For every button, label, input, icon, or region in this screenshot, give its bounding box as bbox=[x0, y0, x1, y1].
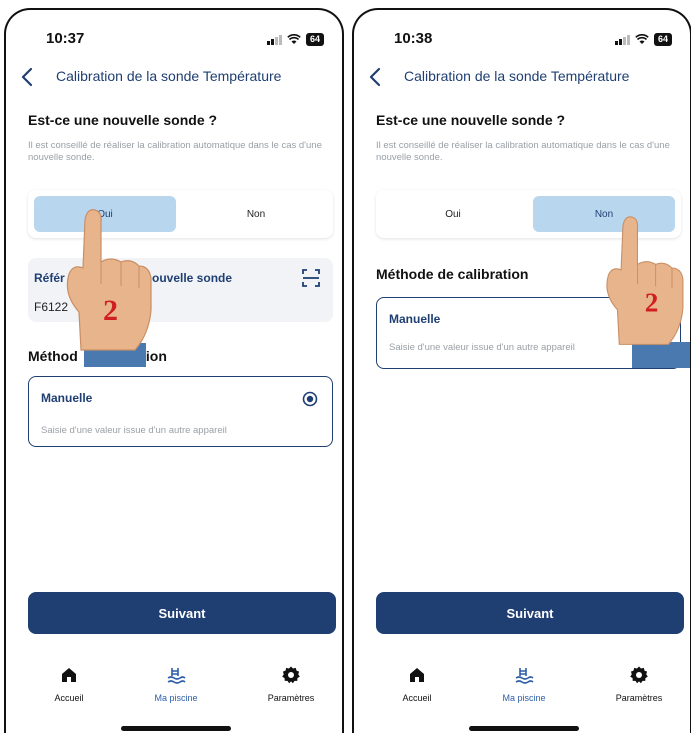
redaction-box bbox=[632, 342, 690, 368]
redaction-box bbox=[84, 343, 146, 367]
tab-label: Paramètres bbox=[267, 693, 315, 703]
page-title: Calibration de la sonde Température bbox=[404, 68, 630, 84]
tab-label: Accueil bbox=[54, 693, 84, 703]
wifi-icon bbox=[635, 34, 649, 44]
status-time: 10:37 bbox=[46, 30, 85, 47]
status-bar: 10:38 64 bbox=[354, 30, 690, 50]
tab-label: Accueil bbox=[402, 693, 432, 703]
scan-icon[interactable] bbox=[301, 268, 321, 288]
method-option-manual[interactable]: Manuelle Saisie d'une valeur issue d'un … bbox=[28, 376, 333, 447]
method-title: Méthode de calibration bbox=[376, 266, 529, 282]
pool-icon bbox=[515, 668, 534, 684]
home-icon bbox=[62, 668, 76, 682]
new-probe-toggle: Oui Non bbox=[28, 190, 333, 238]
wifi-icon bbox=[287, 34, 301, 44]
nav-bar: Calibration de la sonde Température bbox=[354, 66, 690, 90]
status-time: 10:38 bbox=[394, 30, 433, 47]
status-icons: 64 bbox=[615, 33, 672, 46]
phone-screen-right: 10:38 64 Calibration de la sonde Tempéra… bbox=[352, 8, 691, 733]
chevron-left-icon[interactable] bbox=[18, 66, 38, 88]
phone-screen-left: 10:37 64 Calibration de la sonde Tempéra… bbox=[4, 8, 344, 733]
reference-value: F6122 bbox=[34, 300, 69, 314]
signal-icon bbox=[615, 34, 630, 45]
option-yes-button[interactable]: Oui bbox=[34, 196, 176, 232]
page-title: Calibration de la sonde Température bbox=[56, 68, 282, 84]
status-bar: 10:37 64 bbox=[6, 30, 342, 50]
tab-bar: Accueil Ma piscine Paramètres bbox=[6, 665, 342, 715]
battery-icon: 64 bbox=[305, 33, 324, 46]
battery-icon: 64 bbox=[653, 33, 672, 46]
question-title: Est-ce une nouvelle sonde ? bbox=[28, 112, 218, 128]
tab-home[interactable]: Accueil bbox=[24, 665, 114, 703]
method-name: Manuelle bbox=[389, 312, 441, 326]
gear-icon bbox=[282, 666, 300, 684]
tab-pool[interactable]: Ma piscine bbox=[479, 665, 569, 703]
nav-bar: Calibration de la sonde Température bbox=[6, 66, 342, 90]
tab-bar: Accueil Ma piscine Paramètres bbox=[354, 665, 690, 715]
tab-label: Ma piscine bbox=[502, 693, 546, 703]
probe-reference-card[interactable]: Référ ouvelle sonde F6122 bbox=[28, 258, 333, 322]
tab-label: Ma piscine bbox=[154, 693, 198, 703]
option-no-button[interactable]: Non bbox=[533, 196, 675, 232]
tab-pool[interactable]: Ma piscine bbox=[131, 665, 221, 703]
tab-home[interactable]: Accueil bbox=[372, 665, 462, 703]
radio-selected-icon[interactable] bbox=[302, 391, 318, 407]
signal-icon bbox=[267, 34, 282, 45]
method-description: Saisie d'une valeur issue d'un autre app… bbox=[389, 342, 575, 353]
next-button[interactable]: Suivant bbox=[28, 592, 336, 634]
method-name: Manuelle bbox=[41, 391, 93, 405]
tab-settings[interactable]: Paramètres bbox=[594, 665, 684, 703]
tab-label: Paramètres bbox=[615, 693, 663, 703]
question-description: Il est conseillé de réaliser la calibrat… bbox=[376, 140, 670, 163]
option-yes-button[interactable]: Oui bbox=[382, 196, 524, 232]
gear-icon bbox=[630, 666, 648, 684]
home-indicator bbox=[121, 726, 231, 731]
method-description: Saisie d'une valeur issue d'un autre app… bbox=[41, 425, 227, 436]
home-icon bbox=[410, 668, 424, 682]
question-description: Il est conseillé de réaliser la calibrat… bbox=[28, 140, 322, 163]
question-title: Est-ce une nouvelle sonde ? bbox=[376, 112, 566, 128]
option-no-button[interactable]: Non bbox=[185, 196, 327, 232]
method-title-start: Méthod bbox=[28, 348, 78, 364]
reference-label-end: ouvelle sonde bbox=[152, 271, 233, 285]
next-button[interactable]: Suivant bbox=[376, 592, 684, 634]
pool-icon bbox=[167, 668, 186, 684]
status-icons: 64 bbox=[267, 33, 324, 46]
chevron-left-icon[interactable] bbox=[366, 66, 386, 88]
tab-settings[interactable]: Paramètres bbox=[246, 665, 336, 703]
reference-label-start: Référ bbox=[34, 271, 65, 285]
new-probe-toggle: Oui Non bbox=[376, 190, 681, 238]
home-indicator bbox=[469, 726, 579, 731]
